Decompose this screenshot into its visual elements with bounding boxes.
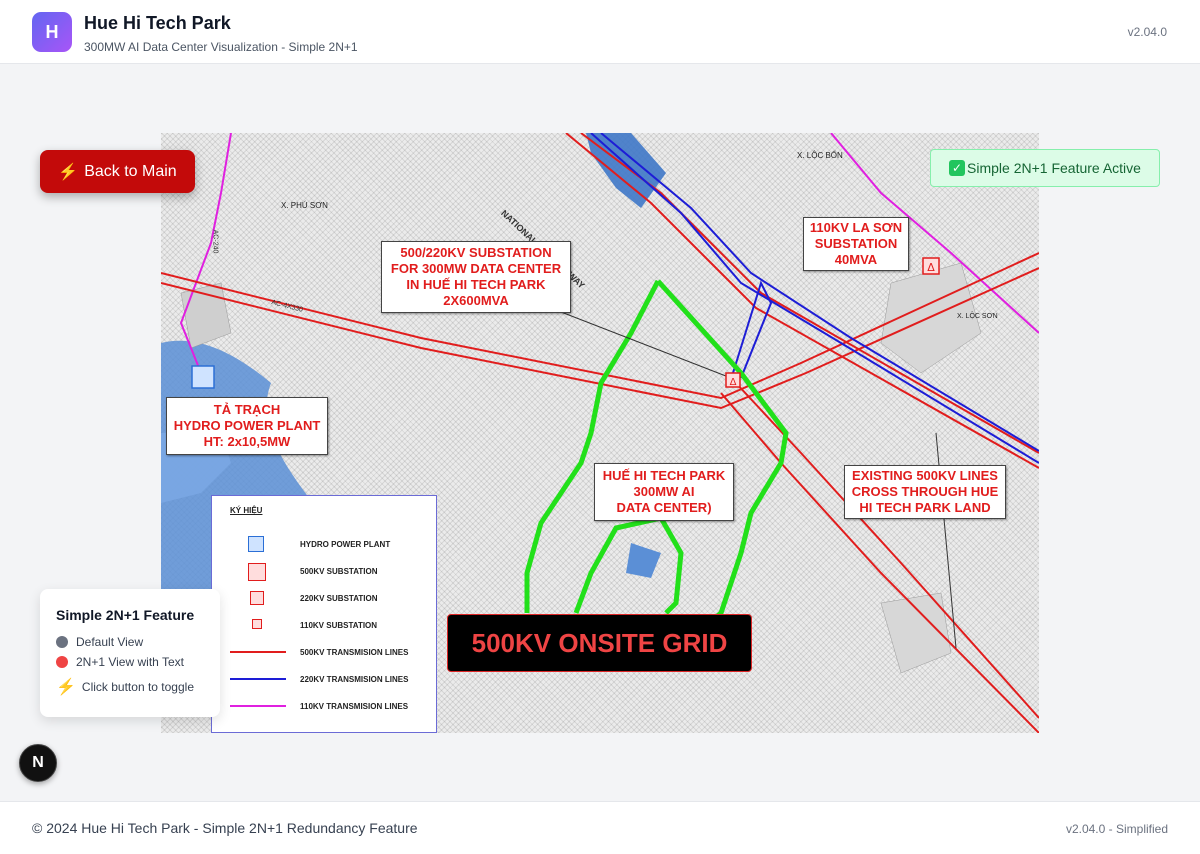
- legend-title: KÝ HIỆU: [230, 506, 263, 515]
- panel-item-label: 2N+1 View with Text: [76, 655, 184, 669]
- panel-item-2n1-view: 2N+1 View with Text: [56, 655, 184, 669]
- legend-item: 220KV TRANSMISION LINES: [212, 671, 436, 689]
- svg-text:Δ: Δ: [927, 261, 935, 274]
- feature-badge-label: Simple 2N+1 Feature Active: [967, 160, 1141, 176]
- version-label: v2.04.0: [1127, 25, 1167, 39]
- red-dot-icon: [56, 656, 68, 668]
- legend-label: 500KV SUBSTATION: [300, 567, 378, 576]
- legend-label: 110KV TRANSMISION LINES: [300, 702, 409, 711]
- footer-version: v2.04.0 - Simplified: [1065, 822, 1168, 836]
- line-500kv-swatch: [230, 651, 286, 653]
- line-110kv-swatch: [230, 705, 286, 707]
- back-to-main-button[interactable]: ⚡ Back to Main: [40, 150, 195, 193]
- legend-label: HYDRO POWER PLANT: [300, 540, 391, 549]
- app-header: H Hue Hi Tech Park 300MW AI Data Center …: [0, 0, 1200, 64]
- svg-text:Δ: Δ: [730, 377, 737, 388]
- footer-copyright: © 2024 Hue Hi Tech Park - Simple 2N+1 Re…: [32, 820, 418, 836]
- line-220kv-swatch: [230, 678, 286, 680]
- lightning-icon: ⚡: [58, 163, 79, 181]
- substation-500kv-icon: [248, 563, 266, 581]
- back-button-label: Back to Main: [84, 162, 177, 180]
- substation-220kv-icon: [250, 591, 264, 605]
- map-legend: KÝ HIỆU HYDRO POWER PLANT 500KV SUBSTATI…: [211, 495, 437, 733]
- legend-label: 500KV TRANSMISION LINES: [300, 648, 409, 657]
- label-loc-son: X. LỘC SƠN: [957, 313, 998, 320]
- callout-hydro-plant: TẢ TRẠCH HYDRO POWER PLANT HT: 2x10,5MW: [166, 397, 328, 455]
- callout-existing-lines: EXISTING 500KV LINES CROSS THROUGH HUE H…: [844, 465, 1006, 519]
- panel-item-label: Default View: [76, 635, 144, 649]
- nextjs-dev-badge[interactable]: N: [19, 744, 57, 782]
- hydro-plant-icon: [248, 536, 264, 552]
- app-footer: © 2024 Hue Hi Tech Park - Simple 2N+1 Re…: [0, 801, 1200, 854]
- label-loc-bon: X. LỘC BỔN: [797, 151, 843, 160]
- substation-110kv-icon: [252, 619, 262, 629]
- callout-la-son-substation: 110KV LA SƠN SUBSTATION 40MVA: [803, 217, 909, 271]
- legend-label: 220KV TRANSMISION LINES: [300, 675, 409, 684]
- onsite-grid-banner: 500KV ONSITE GRID: [447, 614, 752, 672]
- callout-500kv-substation: 500/220KV SUBSTATION FOR 300MW DATA CENT…: [381, 241, 571, 313]
- panel-item-default-view: Default View: [56, 635, 143, 649]
- label-ac240: AC-240: [211, 229, 219, 254]
- panel-title: Simple 2N+1 Feature: [56, 607, 195, 623]
- legend-item: 500KV SUBSTATION: [212, 563, 436, 581]
- legend-item: 220KV SUBSTATION: [212, 590, 436, 608]
- legend-item: 110KV SUBSTATION: [212, 617, 436, 635]
- legend-label: 220KV SUBSTATION: [300, 594, 378, 603]
- legend-item: 110KV TRANSMISION LINES: [212, 698, 436, 716]
- site-map: Δ Δ X. PHÚ SƠN X. LỘC BỔN X. LỘC SƠN NAT…: [161, 133, 1039, 733]
- legend-label: 110KV SUBSTATION: [300, 621, 378, 630]
- feature-info-panel: Simple 2N+1 Feature Default View 2N+1 Vi…: [40, 589, 220, 717]
- app-title: Hue Hi Tech Park: [84, 13, 231, 33]
- app-subtitle: 300MW AI Data Center Visualization - Sim…: [84, 40, 358, 54]
- callout-hue-hi-tech-park: HUẾ HI TECH PARK 300MW AI DATA CENTER): [594, 463, 734, 521]
- panel-item-toggle-hint: ⚡ Click button to toggle: [56, 677, 194, 697]
- label-phu-son: X. PHÚ SƠN: [281, 201, 328, 210]
- feature-active-badge: ✓ Simple 2N+1 Feature Active: [930, 149, 1160, 187]
- panel-item-label: Click button to toggle: [81, 680, 194, 694]
- lightning-icon: ⚡: [56, 679, 76, 696]
- legend-item: HYDRO POWER PLANT: [212, 536, 436, 554]
- app-logo[interactable]: H: [32, 12, 72, 52]
- legend-item: 500KV TRANSMISION LINES: [212, 644, 436, 662]
- checkmark-icon: ✓: [949, 160, 966, 176]
- gray-dot-icon: [56, 636, 68, 648]
